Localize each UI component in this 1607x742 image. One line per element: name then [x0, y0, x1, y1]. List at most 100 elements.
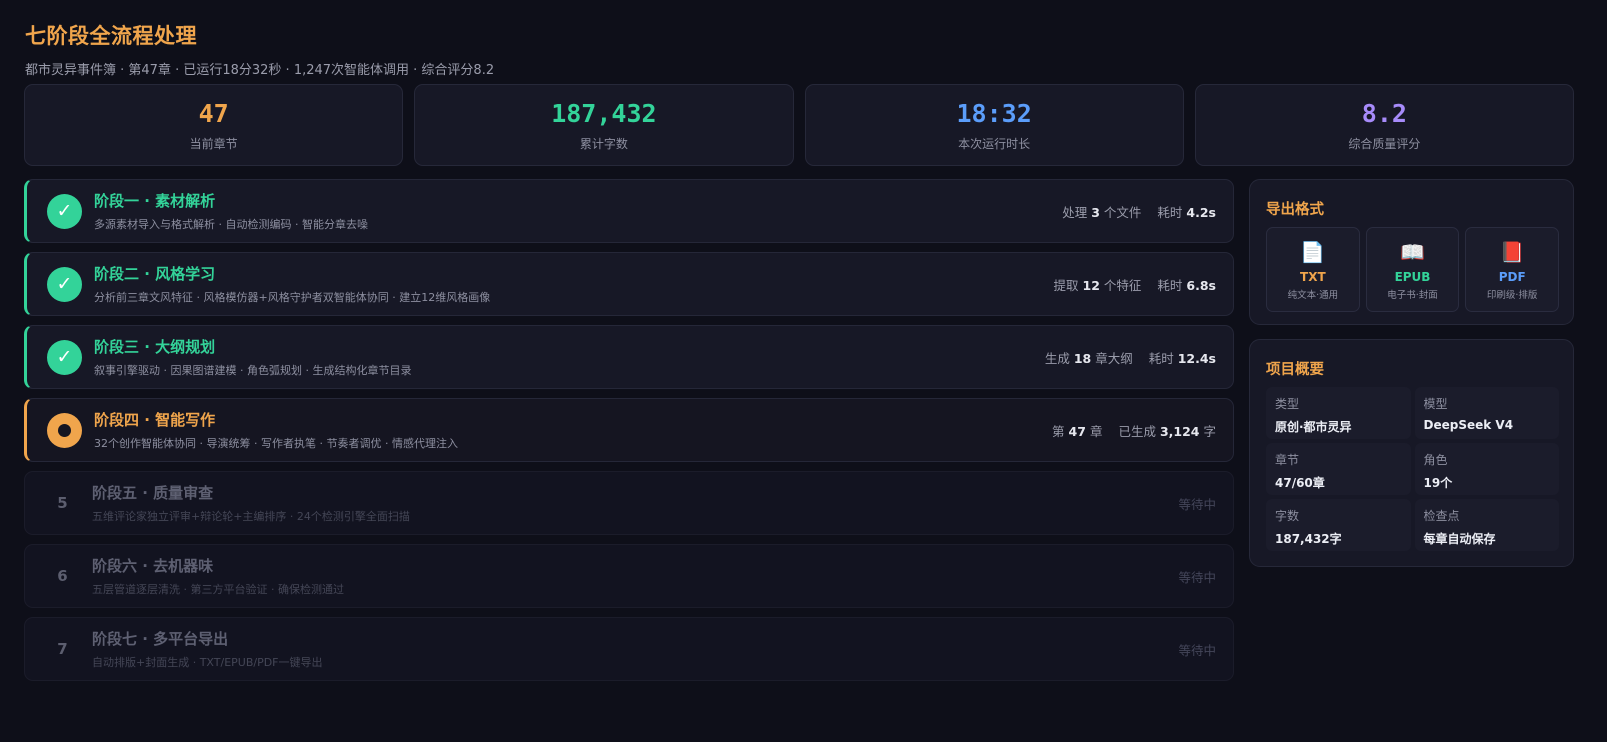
stage-row-4[interactable]: 阶段四 · 智能写作 32个创作智能体协同 · 导演统筹 · 写作者执笔 · 节奏…: [24, 398, 1234, 462]
stage-text: 阶段五 · 质量审查 五维评论家独立评审+辩论轮+主编排序 · 24个检测引擎全面…: [92, 482, 410, 524]
stage-title: 阶段三 · 大纲规划: [94, 338, 216, 356]
stage-description: 自动排版+封面生成 · TXT/EPUB/PDF一键导出: [92, 656, 323, 669]
format-name: EPUB: [1394, 270, 1431, 284]
stat-label: 累计字数: [579, 136, 628, 151]
meta-prefix: 等待中: [1178, 569, 1216, 585]
meta-prefix: 第: [1052, 423, 1065, 439]
format-name: TXT: [1300, 270, 1326, 284]
overview-value: DeepSeek V4: [1423, 418, 1514, 432]
overview-item: 模型 DeepSeek V4: [1414, 387, 1559, 439]
export-pdf-button[interactable]: 📕 PDF 印刷级·排版: [1465, 227, 1560, 312]
stage-description: 分析前三章文风特征 · 风格模仿器+风格守护者双智能体协同 · 建立12维风格画…: [94, 291, 491, 304]
meta-suffix: 字: [1203, 423, 1216, 439]
check-icon: ✓: [47, 193, 82, 229]
stage-row-5[interactable]: 5 阶段五 · 质量审查 五维评论家独立评审+辩论轮+主编排序 · 24个检测引擎全…: [24, 471, 1234, 535]
page-title: 七阶段全流程处理: [25, 24, 197, 48]
meta-value: 12.4s: [1177, 350, 1216, 366]
in-progress-icon: [47, 412, 82, 448]
export-epub-button[interactable]: 📖 EPUB 电子书·封面: [1365, 227, 1460, 312]
meta-suffix: 章: [1089, 423, 1103, 439]
stats-row: 47 当前章节 187,432 累计字数 18:32 本次运行时长 8.2 综合质量评分: [24, 84, 1574, 166]
stage-row-6[interactable]: 6 阶段六 · 去机器味五层管道逐层清洗 · 第三方平台验证 · 确保检测通过 等待…: [24, 544, 1234, 608]
meta-prefix: 生成: [1044, 350, 1070, 366]
stage-title: 阶段五 · 质量审查: [92, 484, 214, 502]
stat-value: 47: [198, 98, 229, 128]
meta-prefix: 等待中: [1178, 496, 1216, 512]
overview-label: 字数: [1275, 509, 1300, 523]
meta-prefix: 耗时: [1148, 350, 1174, 366]
stage-number-badge: 7: [57, 640, 68, 658]
overview-value: 187,432字: [1275, 532, 1342, 546]
stage-row-2[interactable]: ✓ 阶段二 · 风格学习分析前三章文风特征 · 风格模仿器+风格守护者双智能体协同…: [24, 252, 1234, 316]
in-progress-dot: [58, 423, 71, 437]
meta-suffix: 个文件: [1103, 204, 1142, 220]
overview-value: 原创·都市灵异: [1275, 420, 1352, 434]
stage-row-3[interactable]: ✓ 阶段三 · 大纲规划 叙事引擎驱动 · 因果图谱建模 · 角色弧规划 · 生成结…: [24, 325, 1234, 389]
stat-label: 综合质量评分: [1348, 136, 1421, 151]
meta-value: 4.2s: [1186, 204, 1216, 220]
overview-label: 角色: [1423, 453, 1448, 467]
stage-description: 32个创作智能体协同 · 导演统筹 · 写作者执笔 · 节奏者调优 · 情感代理…: [94, 437, 458, 450]
stage-meta: 提取 12 个特征 耗时 6.8s: [1054, 275, 1217, 294]
export-txt-button[interactable]: 📄 TXT 纯文本·通用: [1266, 227, 1360, 312]
stage-row-7[interactable]: 7 阶段七 · 多平台导出自动排版+封面生成 · TXT/EPUB/PDF一键导出…: [24, 617, 1234, 681]
export-panel-title: 导出格式: [1266, 202, 1324, 218]
meta-prefix: 处理: [1062, 204, 1088, 220]
meta-suffix: 章大纲: [1095, 350, 1133, 366]
stage-row-1[interactable]: ✓ 阶段一 · 素材解析多源素材导入与格式解析 · 自动检测编码 · 智能分章去噪…: [24, 179, 1234, 243]
format-name: PDF: [1498, 270, 1526, 284]
overview-item: 检查点 每章自动保存: [1414, 499, 1559, 551]
export-panel: 导出格式 📄 TXT 纯文本·通用 📖 EPUB 电子书·封面 📕 PDF 印刷级·排版: [1249, 179, 1574, 325]
meta-value: 3,124: [1159, 423, 1200, 439]
stage-text: 阶段二 · 风格学习分析前三章文风特征 · 风格模仿器+风格守护者双智能体协同 …: [94, 263, 490, 305]
stage-number-badge: 6: [57, 567, 68, 585]
stage-title: 阶段二 · 风格学习: [94, 265, 216, 283]
meta-value: 6.8s: [1186, 277, 1216, 293]
overview-value: 19个: [1423, 476, 1453, 490]
format-description: 印刷级·排版: [1486, 290, 1538, 301]
stage-meta: 等待中: [1178, 494, 1216, 513]
meta-prefix: 已生成: [1118, 423, 1156, 439]
stage-text: 阶段四 · 智能写作 32个创作智能体协同 · 导演统筹 · 写作者执笔 · 节奏…: [94, 409, 458, 451]
stage-meta: 等待中: [1178, 640, 1216, 659]
stage-description: 五层管道逐层清洗 · 第三方平台验证 · 确保检测通过: [92, 583, 344, 596]
meta-prefix: 耗时: [1157, 204, 1183, 220]
stage-text: 阶段七 · 多平台导出自动排版+封面生成 · TXT/EPUB/PDF一键导出: [92, 628, 323, 670]
stage-meta: 第 47 章已生成 3,124 字: [1052, 421, 1216, 440]
overview-item: 章节 47/60章: [1266, 443, 1411, 495]
stage-title: 阶段六 · 去机器味: [92, 557, 214, 575]
stat-value: 187,432: [551, 98, 657, 128]
overview-value: 47/60章: [1275, 476, 1325, 490]
meta-value: 12: [1082, 277, 1100, 293]
export-format-list: 📄 TXT 纯文本·通用 📖 EPUB 电子书·封面 📕 PDF 印刷级·排版: [1266, 227, 1560, 312]
page-subtitle: 都市灵异事件簿 · 第47章 · 已运行18分32秒 · 1,247次智能体调用…: [25, 63, 495, 78]
stage-title: 阶段四 · 智能写作: [94, 411, 216, 429]
meta-suffix: 个特征: [1103, 277, 1142, 293]
meta-prefix: 耗时: [1157, 277, 1183, 293]
stage-meta: 等待中: [1178, 567, 1216, 586]
check-icon: ✓: [47, 266, 82, 302]
txt-file-icon: 📄: [1300, 240, 1326, 264]
stat-card: 8.2 综合质量评分: [1194, 84, 1574, 166]
epub-book-icon: 📖: [1400, 240, 1425, 264]
stage-title: 阶段七 · 多平台导出: [92, 630, 229, 648]
pdf-book-icon: 📕: [1499, 240, 1525, 264]
stage-text: 阶段三 · 大纲规划 叙事引擎驱动 · 因果图谱建模 · 角色弧规划 · 生成结构…: [94, 336, 411, 378]
meta-prefix: 等待中: [1178, 642, 1216, 658]
stage-text: 阶段六 · 去机器味五层管道逐层清洗 · 第三方平台验证 · 确保检测通过: [92, 555, 344, 597]
meta-prefix: 提取: [1053, 277, 1079, 293]
page-header: 七阶段全流程处理 都市灵异事件簿 · 第47章 · 已运行18分32秒 · 1,…: [25, 20, 494, 78]
stage-meta: 生成 18 章大纲 耗时 12.4s: [1045, 348, 1216, 367]
stage-title: 阶段一 · 素材解析: [94, 192, 216, 210]
overview-label: 检查点: [1423, 509, 1460, 523]
stat-card: 47 当前章节: [24, 84, 404, 166]
overview-label: 模型: [1423, 397, 1448, 411]
stage-meta: 处理 3 个文件 耗时 4.2s: [1062, 202, 1216, 221]
stat-card: 187,432 累计字数: [414, 84, 794, 166]
overview-panel-title: 项目概要: [1266, 362, 1324, 378]
stage-description: 多源素材导入与格式解析 · 自动检测编码 · 智能分章去噪: [94, 218, 368, 231]
format-description: 纯文本·通用: [1287, 290, 1339, 301]
format-description: 电子书·封面: [1387, 290, 1438, 301]
meta-value: 3: [1091, 204, 1100, 220]
stat-value: 18:32: [956, 98, 1032, 128]
